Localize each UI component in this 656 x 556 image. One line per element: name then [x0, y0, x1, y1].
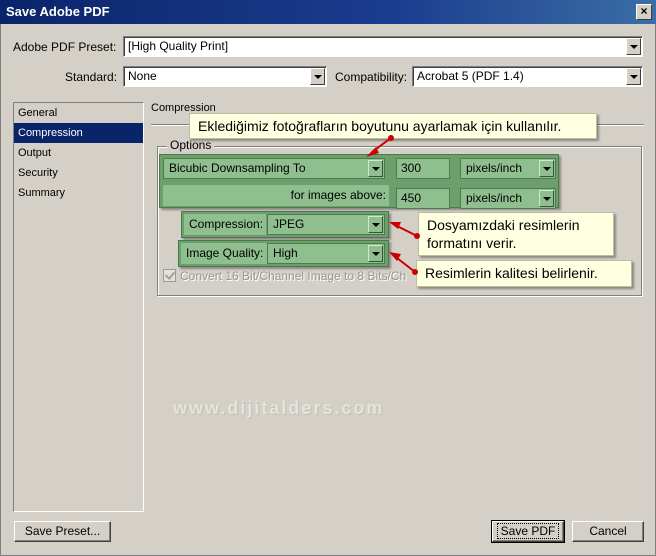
callout-compression-line1: Dosyamızdaki resimlerin	[427, 217, 580, 233]
compatibility-value: Acrobat 5 (PDF 1.4)	[417, 69, 524, 83]
save-pdf-label: Save PDF	[496, 523, 560, 539]
save-preset-button[interactable]: Save Preset...	[14, 521, 111, 542]
above-label: for images above:	[163, 185, 389, 206]
close-icon[interactable]: ×	[636, 4, 652, 20]
resolution-input[interactable]: 300	[396, 158, 450, 179]
title-bar: Save Adobe PDF ×	[0, 0, 656, 24]
compression-value: JPEG	[273, 217, 305, 231]
preset-select[interactable]: [High Quality Print]	[123, 36, 643, 57]
sidebar-item-summary[interactable]: Summary	[14, 183, 143, 203]
downsampling-method-select[interactable]: Bicubic Downsampling To	[163, 158, 385, 179]
chevron-down-icon[interactable]	[626, 68, 641, 85]
save-pdf-dialog: Adobe PDF Preset: [High Quality Print] S…	[0, 24, 656, 556]
sidebar-item-general[interactable]: General	[14, 103, 143, 123]
compression-select[interactable]: JPEG	[267, 214, 385, 235]
resolution-unit-value: pixels/inch	[466, 161, 523, 175]
compatibility-label: Compatibility:	[335, 70, 408, 84]
chevron-down-icon[interactable]	[368, 160, 383, 177]
callout-compression: Dosyamızdaki resimlerin formatını verir.	[418, 212, 614, 256]
save-pdf-button[interactable]: Save PDF	[491, 520, 565, 543]
callout-compression-line2: formatını verir.	[427, 235, 517, 251]
preset-label-text: Adobe PDF Preset:	[13, 40, 117, 54]
sidebar-item-output[interactable]: Output	[14, 143, 143, 163]
above-resolution-input[interactable]: 450	[396, 188, 450, 209]
chevron-down-icon[interactable]	[626, 38, 641, 55]
standard-value: None	[128, 69, 157, 83]
cancel-button[interactable]: Cancel	[572, 521, 644, 542]
downsampling-method-value: Bicubic Downsampling To	[169, 161, 306, 175]
resolution-unit-select[interactable]: pixels/inch	[460, 158, 556, 179]
chevron-down-icon[interactable]	[310, 68, 325, 85]
preset-value: [High Quality Print]	[128, 39, 229, 53]
above-unit-select[interactable]: pixels/inch	[460, 188, 556, 209]
sidebar-item-compression[interactable]: Compression	[14, 123, 143, 143]
chevron-down-icon[interactable]	[368, 216, 383, 233]
convert-16bit-checkbox[interactable]	[163, 269, 176, 282]
options-group-title: Options	[167, 138, 215, 152]
sidebar-item-security[interactable]: Security	[14, 163, 143, 183]
chevron-down-icon[interactable]	[539, 190, 554, 207]
standard-label: Standard:	[65, 70, 118, 84]
standard-select[interactable]: None	[123, 66, 327, 87]
quality-value: High	[273, 246, 298, 260]
callout-quality: Resimlerin kalitesi belirlenir.	[416, 260, 632, 287]
compatibility-select[interactable]: Acrobat 5 (PDF 1.4)	[412, 66, 643, 87]
convert-16bit-label: Convert 16 Bit/Channel Image to 8 Bits/C…	[180, 269, 407, 283]
chevron-down-icon[interactable]	[368, 245, 383, 262]
preset-label: Adobe PDF Preset:	[13, 40, 116, 54]
category-list: General Compression Output Security Summ…	[13, 102, 144, 512]
chevron-down-icon[interactable]	[539, 160, 554, 177]
quality-label: Image Quality:	[181, 243, 267, 264]
compression-label: Compression:	[184, 214, 266, 235]
window-title: Save Adobe PDF	[6, 4, 110, 19]
quality-select[interactable]: High	[267, 243, 385, 264]
watermark: www.dijitalders.com	[173, 398, 385, 418]
callout-downsampling: Eklediğimiz fotoğrafların boyutunu ayarl…	[189, 113, 597, 139]
above-unit-value: pixels/inch	[466, 191, 523, 205]
